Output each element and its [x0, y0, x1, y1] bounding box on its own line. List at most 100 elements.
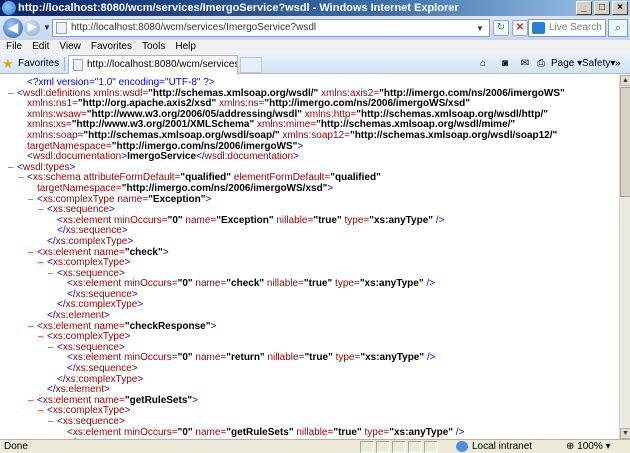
collapse-toggle-icon[interactable]: –: [38, 332, 47, 343]
xml-token: "check": [226, 278, 265, 290]
page-icon: [56, 22, 67, 34]
favorites-button[interactable]: ★ Favorites: [2, 56, 59, 72]
menu-help[interactable]: Help: [171, 40, 200, 54]
favorites-bar: ★ Favorites http://localhost:8080/wcm/se…: [0, 54, 630, 74]
home-icon[interactable]: ⌂: [476, 56, 490, 72]
recent-pages-dropdown-icon[interactable]: ▼: [43, 23, 51, 32]
xml-token: >: [119, 267, 125, 279]
new-tab-button[interactable]: [240, 57, 262, 73]
menu-favorites[interactable]: Favorites: [87, 40, 136, 54]
xml-token: >: [124, 257, 131, 269]
xml-token: type=: [361, 426, 390, 438]
collapse-toggle-icon[interactable]: –: [8, 89, 17, 100]
address-dropdown-icon[interactable]: ▼: [476, 24, 484, 33]
xml-token: minOccurs=: [121, 426, 178, 438]
tab-active[interactable]: http://localhost:8080/wcm/services/Imerg…: [68, 55, 238, 74]
collapse-toggle-icon[interactable]: –: [48, 269, 57, 280]
xml-token: />: [453, 426, 465, 438]
collapse-toggle-icon[interactable]: –: [38, 205, 47, 216]
refresh-button[interactable]: ↻: [493, 20, 509, 36]
feeds-icon[interactable]: ◙: [498, 56, 512, 72]
collapse-toggle-icon[interactable]: –: [48, 343, 57, 354]
search-button[interactable]: ⌕: [608, 19, 628, 37]
xml-token: nillable=: [273, 214, 314, 226]
toolbar-overflow[interactable]: »: [615, 56, 621, 72]
xml-token: "http://imergo.com/ns/2006/imergoWS/xsd": [264, 98, 470, 110]
safety-menu[interactable]: Safety▾: [582, 56, 615, 72]
menu-view[interactable]: View: [55, 40, 85, 54]
page-menu[interactable]: Page ▾: [551, 56, 582, 72]
minimize-button[interactable]: _: [576, 1, 592, 15]
xml-token: "xs:anyType": [389, 426, 454, 438]
back-button[interactable]: ◀: [3, 18, 23, 38]
xml-token: "0": [177, 278, 193, 290]
vertical-scrollbar[interactable]: ▲ ▼: [619, 75, 630, 439]
status-text: Done: [4, 441, 28, 452]
close-button[interactable]: ×: [612, 1, 628, 15]
mail-icon[interactable]: ✉: [518, 56, 532, 72]
xml-token: "0": [177, 426, 193, 438]
security-zone[interactable]: Local intranet: [456, 440, 532, 453]
xml-token: "true": [333, 426, 362, 438]
xml-token: xs:element: [72, 278, 122, 290]
search-input[interactable]: Live Search: [528, 19, 606, 37]
collapse-toggle-icon[interactable]: –: [28, 248, 37, 259]
zoom-control[interactable]: ⊕ 100% ▾: [566, 440, 611, 453]
favorites-star-icon: ★: [2, 56, 14, 71]
xml-token: minOccurs=: [121, 352, 178, 364]
scroll-down-button[interactable]: ▼: [620, 428, 630, 439]
menu-tools[interactable]: Tools: [138, 40, 169, 54]
window-title-bar[interactable]: http://localhost:8080/wcm/services/Imerg…: [0, 0, 630, 16]
xml-token: xs:schema: [32, 172, 81, 184]
xml-token: xmlns:xs=: [27, 119, 72, 131]
xml-token: />: [433, 214, 445, 226]
collapse-toggle-icon[interactable]: –: [38, 258, 47, 269]
print-icon[interactable]: ⎙: [534, 56, 548, 72]
xml-token: nillable=: [264, 278, 304, 290]
menu-edit[interactable]: Edit: [28, 40, 53, 54]
collapse-toggle-icon[interactable]: –: [28, 396, 37, 407]
collapse-toggle-icon[interactable]: –: [28, 195, 37, 206]
xml-token: xmlns:soap=: [27, 129, 84, 141]
xml-token: "xs:anyType": [360, 352, 425, 364]
xml-token: minOccurs=: [111, 214, 168, 226]
address-input[interactable]: http://localhost:8080/wcm/services/Imerg…: [52, 19, 490, 37]
xml-token: "true": [313, 214, 342, 226]
xml-token: "Exception": [216, 214, 274, 226]
xml-token: elementFormDefault=: [231, 172, 331, 184]
xml-token: xmlns:wsdl=: [90, 87, 149, 99]
window-title: http://localhost:8080/wcm/services/Imerg…: [18, 2, 459, 14]
collapse-toggle-icon[interactable]: –: [48, 417, 57, 428]
stop-button[interactable]: ✕: [512, 20, 528, 36]
xml-token: "http://imergo.com/ns/2006/imergoWS": [111, 140, 298, 152]
collapse-toggle-icon[interactable]: –: [8, 163, 17, 174]
xml-token: >: [109, 204, 115, 216]
collapse-toggle-icon[interactable]: –: [38, 406, 47, 417]
page-content[interactable]: <?xml version="1.0" encoding="UTF-8" ?> –…: [0, 75, 619, 439]
menu-file[interactable]: File: [2, 40, 26, 54]
xml-token: >: [327, 182, 334, 194]
xml-token: xmlns:axis2=: [318, 87, 380, 99]
scroll-up-button[interactable]: ▲: [620, 75, 630, 86]
collapse-toggle-icon[interactable]: –: [18, 173, 27, 184]
xml-token: xmlns:ns1=: [27, 98, 78, 110]
scroll-thumb[interactable]: [620, 87, 630, 197]
favorites-label: Favorites: [18, 58, 60, 69]
xml-token: xs:sequence: [65, 225, 122, 237]
collapse-toggle-icon[interactable]: –: [28, 322, 37, 333]
menu-bar: File Edit View Favorites Tools Help: [0, 40, 630, 54]
maximize-button[interactable]: □: [594, 1, 610, 15]
xml-token: <?xml version="1.0" encoding="UTF-8" ?>: [27, 77, 215, 88]
live-search-icon: [532, 22, 545, 34]
xml-token: name=: [182, 214, 217, 226]
xml-token: >: [103, 310, 110, 322]
xml-token: type=: [332, 352, 361, 364]
xml-token: "xs:anyType": [359, 278, 424, 290]
xml-token: >: [137, 373, 144, 385]
xml-token: </: [196, 151, 205, 163]
status-panel: [392, 441, 406, 453]
forward-button[interactable]: ▶: [24, 20, 40, 36]
xml-token: "getRuleSets": [226, 426, 294, 438]
xml-token: "http://org.apache.axis2/xsd": [77, 98, 217, 110]
xml-token: xs:complexType: [65, 299, 138, 311]
